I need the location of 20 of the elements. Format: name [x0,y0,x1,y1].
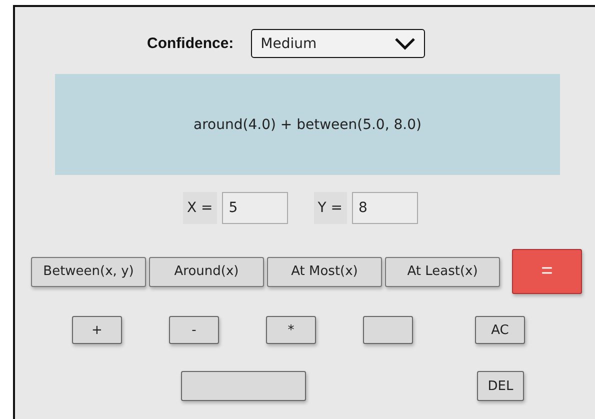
function-button[interactable]: At Most(x) [267,256,382,286]
chevron-down-icon [394,37,416,50]
function-button[interactable]: At Least(x) [385,256,500,286]
blank-button[interactable] [363,316,413,344]
function-button[interactable]: Around(x) [149,256,264,286]
key-button[interactable]: + [72,316,122,344]
blank-button[interactable] [181,371,306,401]
input-field[interactable]: 8 [352,192,418,224]
key-button[interactable]: DEL [477,371,524,401]
confidence-label: Confidence: [147,35,234,52]
expression-text: around(4.0) + between(5.0, 8.0) [194,116,422,132]
input-field[interactable]: 5 [222,192,288,224]
confidence-dropdown[interactable]: Medium [250,29,425,58]
variable-label: X = [183,192,217,224]
key-button[interactable]: - [169,316,219,344]
key-button[interactable]: * [266,316,316,344]
function-button[interactable]: Between(x, y) [31,256,146,286]
variable-label: Y = [314,192,347,224]
key-button[interactable]: AC [475,316,525,344]
equals-button[interactable]: = [512,249,582,294]
